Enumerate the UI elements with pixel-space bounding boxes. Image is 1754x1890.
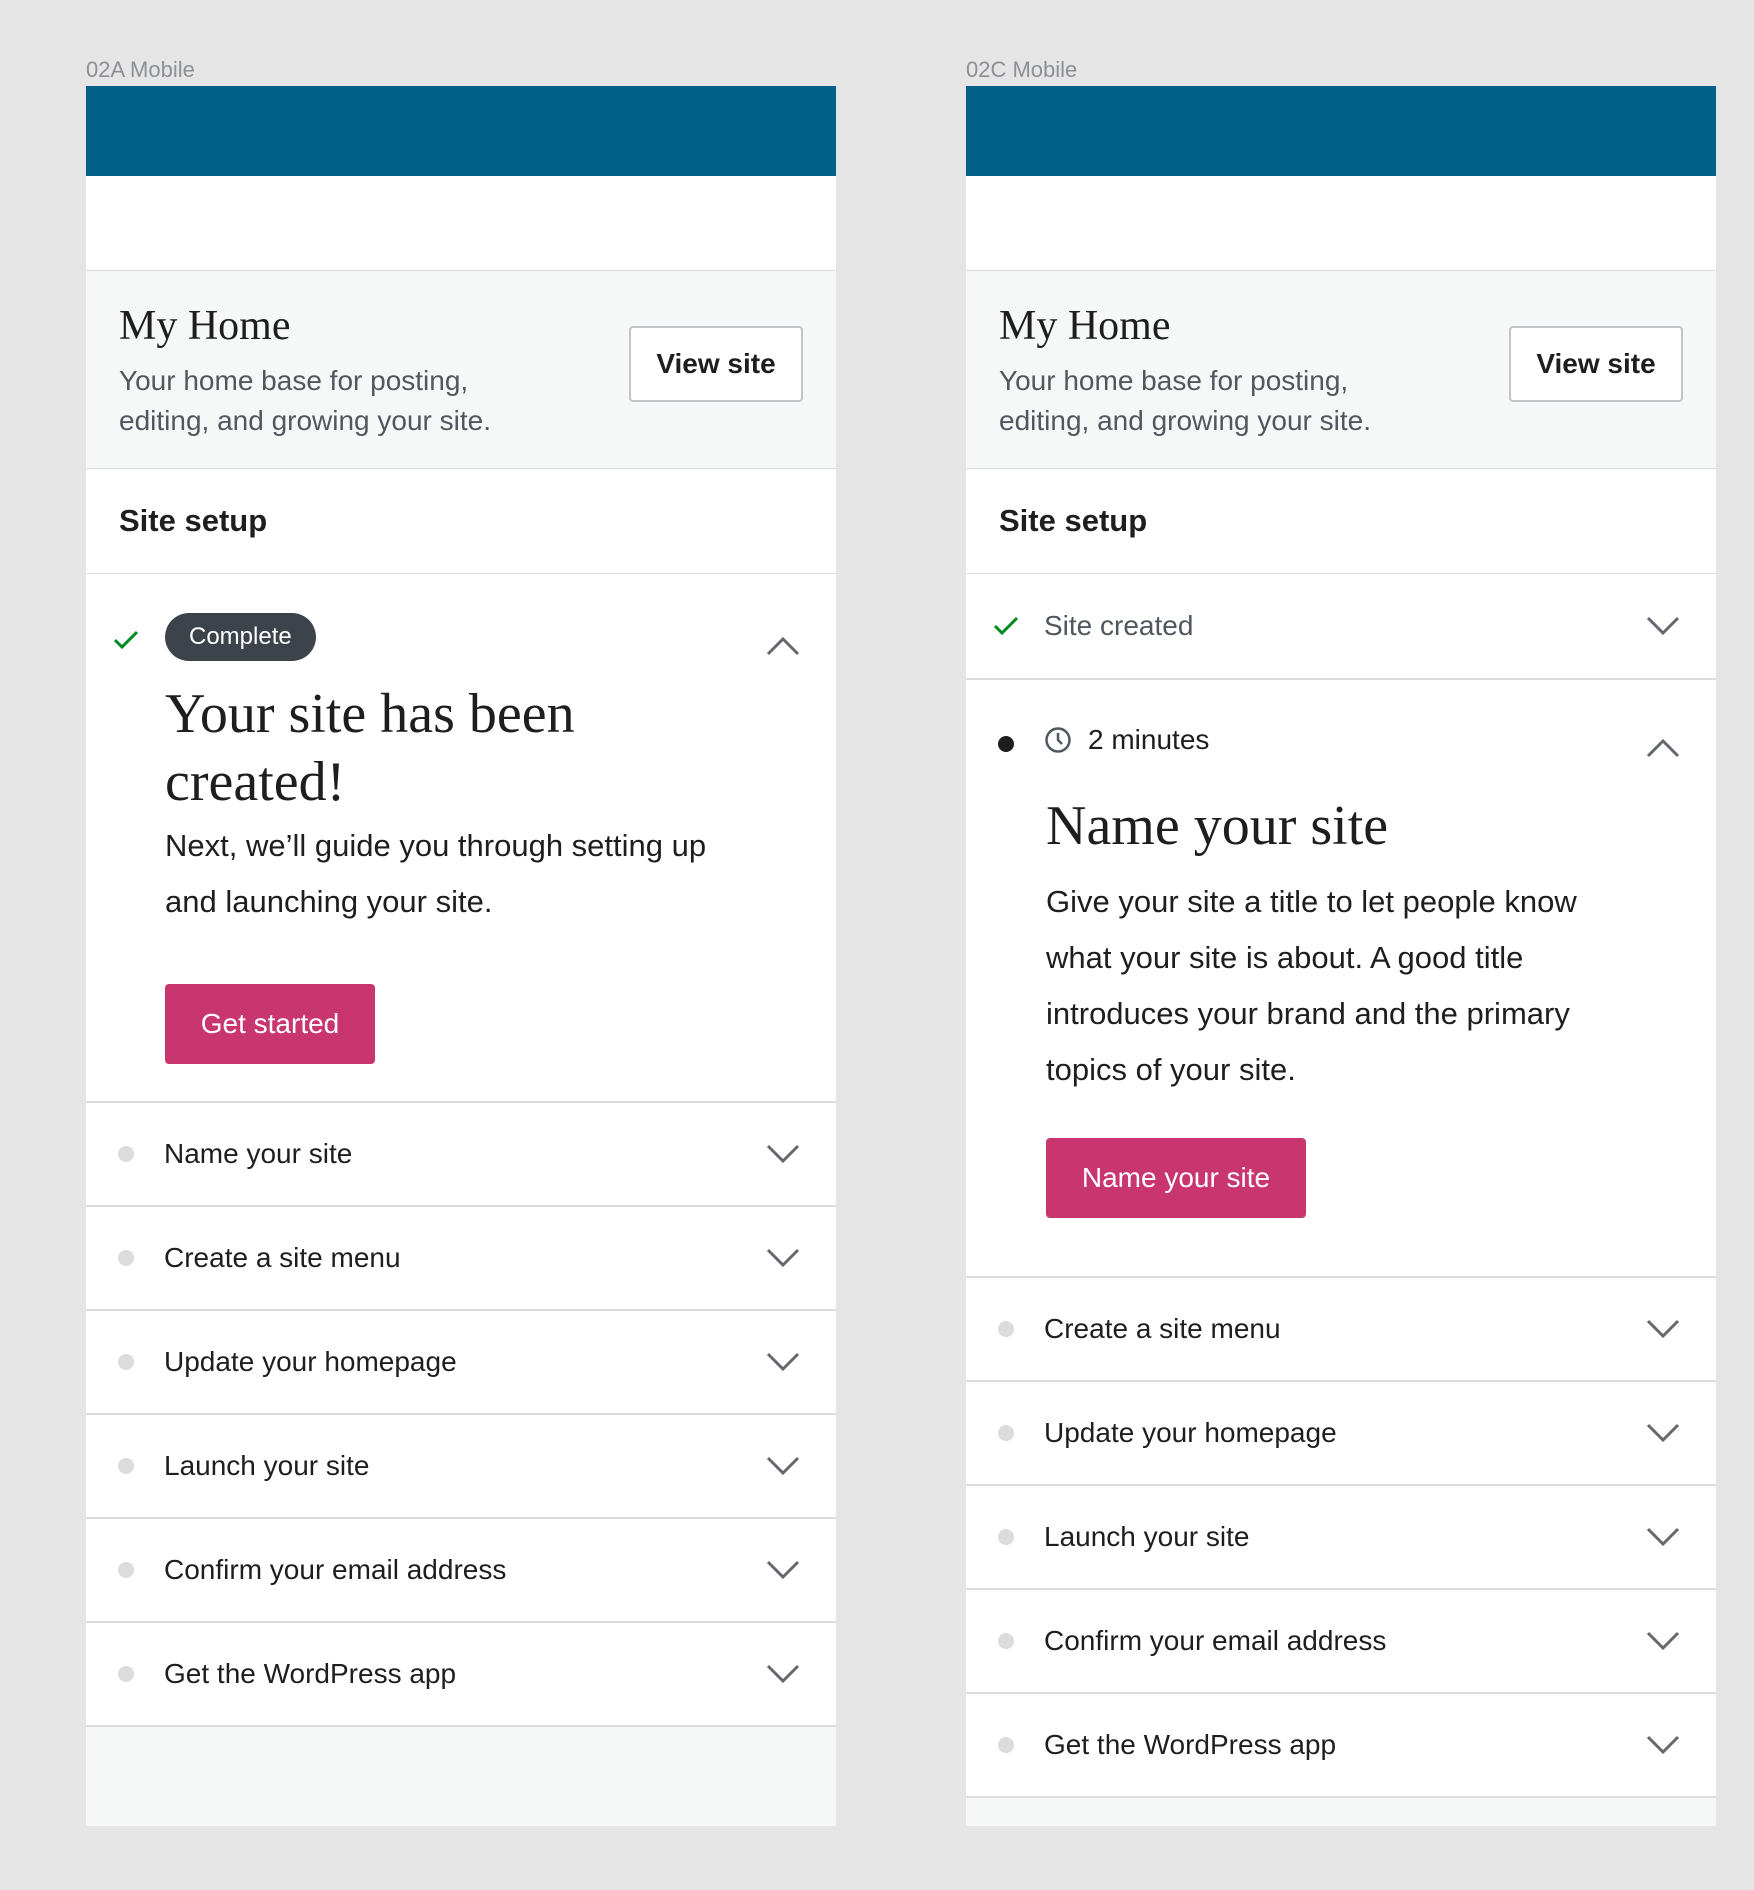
page-title: My Home xyxy=(999,303,1171,349)
pending-dot-icon xyxy=(998,1425,1014,1441)
pending-dot-icon xyxy=(998,1633,1014,1649)
checkmark-icon xyxy=(113,630,139,650)
task-row[interactable]: Update your homepage xyxy=(86,1311,836,1415)
clock-icon xyxy=(1045,727,1071,753)
frame-label: 02C Mobile xyxy=(966,57,1078,82)
get-started-button[interactable]: Get started xyxy=(165,984,375,1064)
task-label: Get the WordPress app xyxy=(1044,1729,1337,1760)
task-row[interactable]: Get the WordPress app xyxy=(966,1694,1716,1798)
frame-label: 02A Mobile xyxy=(86,57,195,82)
chevron-down-icon xyxy=(766,1664,800,1684)
task-label: Update your homepage xyxy=(1044,1417,1337,1448)
chevron-down-icon xyxy=(766,1248,800,1268)
task-label: Create a site menu xyxy=(164,1242,401,1273)
task-label: Site created xyxy=(1044,610,1194,641)
top-bar xyxy=(966,176,1716,271)
task-duration: 2 minutes xyxy=(1044,724,1209,756)
task-site-created-expanded: Complete Your site has been created! Nex… xyxy=(86,574,836,1103)
task-row[interactable]: Get the WordPress app xyxy=(86,1623,836,1727)
masterbar xyxy=(966,86,1716,176)
chevron-down-icon xyxy=(1646,1631,1680,1651)
page-header: My Home Your home base for posting, edit… xyxy=(966,271,1716,469)
chevron-up-icon[interactable] xyxy=(1646,738,1680,758)
complete-badge: Complete xyxy=(165,613,316,661)
task-row[interactable]: Launch your site xyxy=(966,1486,1716,1590)
checkmark-icon xyxy=(993,616,1019,636)
task-row[interactable]: Confirm your email address xyxy=(966,1590,1716,1694)
name-your-site-button[interactable]: Name your site xyxy=(1046,1138,1306,1218)
task-description: Give your site a title to let people kno… xyxy=(1046,884,1577,1087)
task-duration-text: 2 minutes xyxy=(1088,724,1210,755)
chevron-down-icon xyxy=(766,1352,800,1372)
mobile-screen: My Home Your home base for posting, edit… xyxy=(966,86,1716,1826)
view-site-button[interactable]: View site xyxy=(629,326,803,402)
pending-dot-icon xyxy=(118,1250,134,1266)
pending-dot-icon xyxy=(118,1354,134,1370)
task-label: Confirm your email address xyxy=(164,1554,507,1585)
task-label: Confirm your email address xyxy=(1044,1625,1387,1656)
mobile-screen: My Home Your home base for posting, edit… xyxy=(86,86,836,1826)
site-setup-title: Site setup xyxy=(86,469,836,574)
task-row-site-created[interactable]: Site created xyxy=(966,574,1716,680)
chevron-down-icon xyxy=(1646,1319,1680,1339)
pending-dot-icon xyxy=(118,1666,134,1682)
page-title: My Home xyxy=(119,303,291,349)
task-label: Create a site menu xyxy=(1044,1313,1281,1344)
task-row[interactable]: Name your site xyxy=(86,1103,836,1207)
task-label: Launch your site xyxy=(1044,1521,1250,1552)
chevron-down-icon xyxy=(766,1144,800,1164)
site-setup-card: Site setup Complete Your site has been c… xyxy=(86,469,836,1727)
task-title: Name your site xyxy=(1046,795,1389,857)
task-label: Get the WordPress app xyxy=(164,1658,457,1689)
site-setup-title: Site setup xyxy=(966,469,1716,574)
site-setup-card: Site setup Site created 2 minutes Name y… xyxy=(966,469,1716,1798)
chevron-down-icon xyxy=(766,1560,800,1580)
pending-dot-icon xyxy=(118,1458,134,1474)
view-site-button[interactable]: View site xyxy=(1509,326,1683,402)
pending-dot-icon xyxy=(118,1146,134,1162)
pending-dot-icon xyxy=(998,1737,1014,1753)
task-label: Launch your site xyxy=(164,1450,370,1481)
chevron-down-icon xyxy=(1646,1527,1680,1547)
page-subtitle: Your home base for posting, editing, and… xyxy=(999,365,1371,436)
page-subtitle: Your home base for posting, editing, and… xyxy=(119,365,491,436)
top-bar xyxy=(86,176,836,271)
task-row[interactable]: Update your homepage xyxy=(966,1382,1716,1486)
pending-dot-icon xyxy=(118,1562,134,1578)
chevron-down-icon xyxy=(1646,1423,1680,1443)
chevron-up-icon[interactable] xyxy=(766,636,800,656)
task-label: Update your homepage xyxy=(164,1346,457,1377)
chevron-down-icon xyxy=(1646,616,1680,636)
current-dot-icon xyxy=(998,736,1014,752)
task-title: Your site has been created! xyxy=(165,683,575,813)
pending-dot-icon xyxy=(998,1529,1014,1545)
task-row[interactable]: Confirm your email address xyxy=(86,1519,836,1623)
task-label: Name your site xyxy=(164,1138,353,1169)
task-row[interactable]: Create a site menu xyxy=(966,1278,1716,1382)
task-name-site-expanded: 2 minutes Name your site Give your site … xyxy=(966,680,1716,1278)
pending-dot-icon xyxy=(998,1321,1014,1337)
task-row[interactable]: Launch your site xyxy=(86,1415,836,1519)
task-row[interactable]: Create a site menu xyxy=(86,1207,836,1311)
chevron-down-icon xyxy=(1646,1735,1680,1755)
page-header: My Home Your home base for posting, edit… xyxy=(86,271,836,469)
masterbar xyxy=(86,86,836,176)
task-description: Next, we’ll guide you through setting up… xyxy=(165,828,707,919)
chevron-down-icon xyxy=(766,1456,800,1476)
